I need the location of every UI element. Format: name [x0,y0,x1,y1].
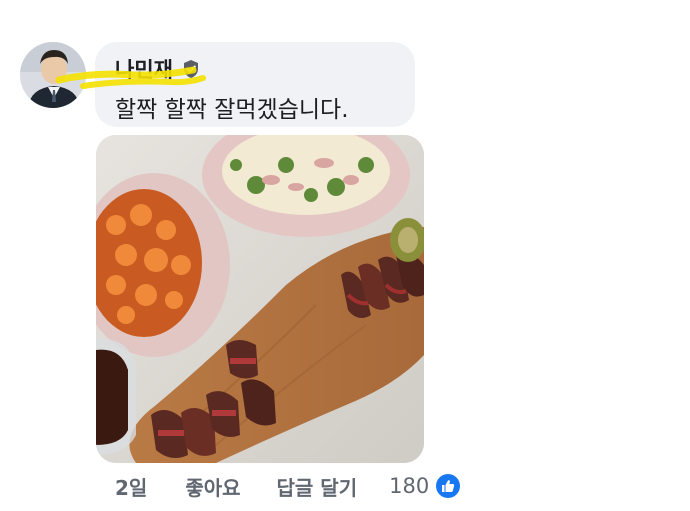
author-avatar[interactable] [20,42,86,108]
like-button[interactable]: 좋아요 [185,472,240,501]
author-name[interactable]: 나민재 [115,54,173,84]
avatar-photo [20,42,86,108]
reply-button[interactable]: 답글 달기 [277,472,358,501]
reaction-summary[interactable]: 180 [389,473,461,499]
author-row: 나민재 [55,54,206,89]
like-reaction-icon [436,474,461,498]
attached-food-photo[interactable] [96,135,424,463]
food-photo-image [96,135,424,463]
reaction-count: 180 [389,474,430,498]
verified-badge-icon [183,60,198,78]
comment-actions: 2일 좋아요 답글 달기 180 [115,470,461,502]
comment-text: 할짝 할짝 잘먹겠습니다. [115,97,349,123]
comment-timestamp[interactable]: 2일 [115,472,147,501]
comment-bubble: 나민재 할짝 할짝 잘먹겠습니다. [55,42,415,127]
